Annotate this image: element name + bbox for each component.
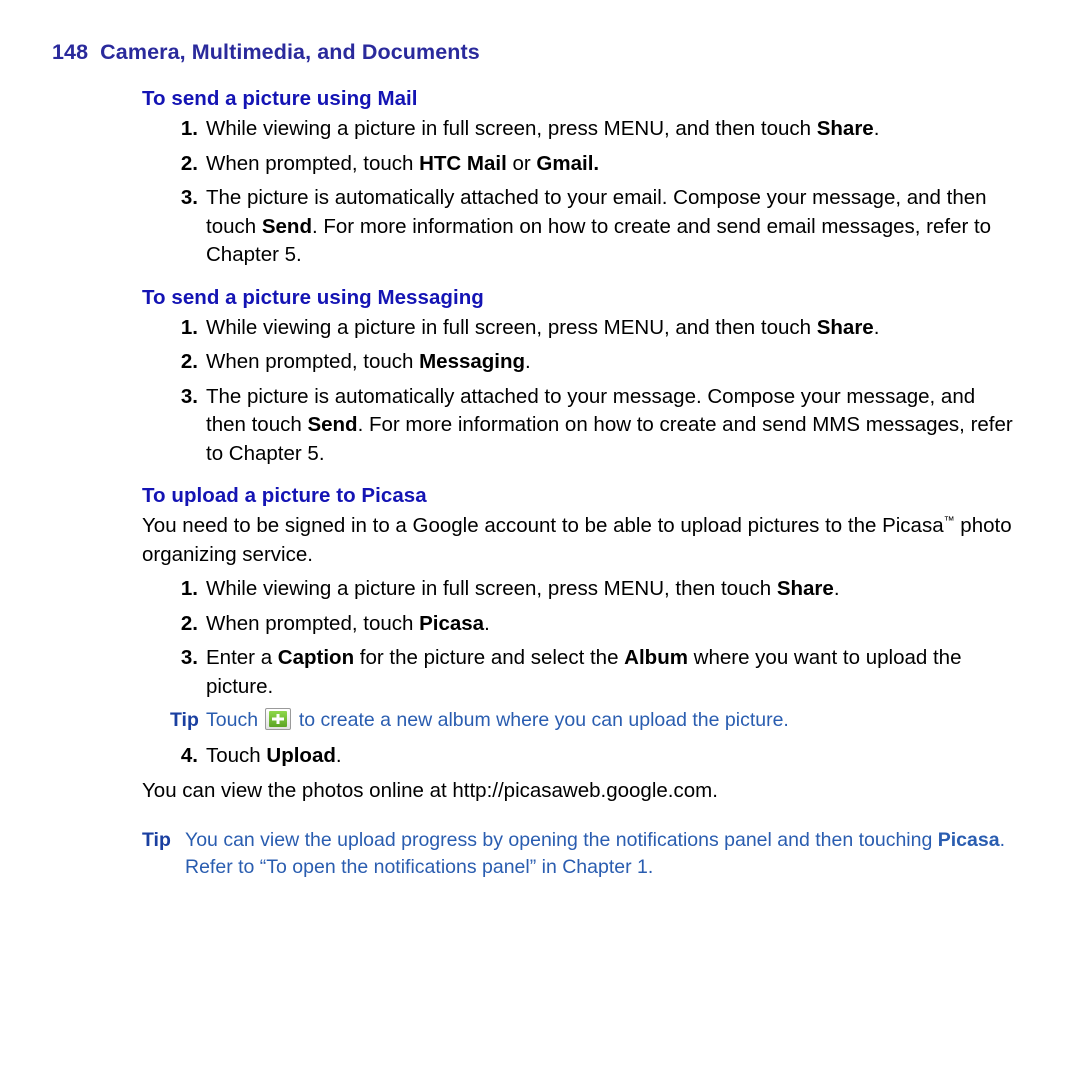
tip-label: Tip xyxy=(170,709,199,731)
list-item: 3. The picture is automatically attached… xyxy=(52,184,1020,270)
running-head-title: Camera, Multimedia, and Documents xyxy=(100,40,480,64)
tip-label: Tip xyxy=(142,829,171,851)
section-messaging: To send a picture using Messaging 1. Whi… xyxy=(52,286,1020,469)
list-item: 3. The picture is automatically attached… xyxy=(52,383,1020,469)
closing-tip: Tip You can view the upload progress by … xyxy=(52,827,1020,881)
step-number: 3. xyxy=(180,384,198,408)
step-number: 2. xyxy=(180,350,198,373)
steps-list-mail: 1. While viewing a picture in full scree… xyxy=(52,115,1020,270)
step-number: 1. xyxy=(180,117,198,140)
step-text: When prompted, touch Messaging. xyxy=(206,350,531,373)
section-picasa: To upload a picture to Picasa You need t… xyxy=(52,484,1020,881)
step-text: The picture is automatically attached to… xyxy=(206,384,1013,465)
inline-tip-after: to create a new album where you can uplo… xyxy=(293,709,789,731)
step-text: While viewing a picture in full screen, … xyxy=(206,117,880,140)
step-text: While viewing a picture in full screen, … xyxy=(206,577,840,600)
list-item: 1. While viewing a picture in full scree… xyxy=(52,115,1020,144)
inline-tip-before: Touch xyxy=(206,709,264,731)
list-item: 2. When prompted, touch Messaging. xyxy=(52,348,1020,377)
step-text: When prompted, touch Picasa. xyxy=(206,611,490,635)
section-heading-picasa: To upload a picture to Picasa xyxy=(142,484,427,507)
list-item: 1. While viewing a picture in full scree… xyxy=(52,314,1020,343)
intro-paragraph: You need to be signed in to a Google acc… xyxy=(142,514,1012,566)
steps-list-picasa-cont: 4. Touch Upload. xyxy=(52,742,1020,771)
steps-list-messaging: 1. While viewing a picture in full scree… xyxy=(52,314,1020,469)
page-number: 148 xyxy=(52,40,89,64)
steps-list-picasa: 1. While viewing a picture in full scree… xyxy=(52,575,1020,701)
step-number: 3. xyxy=(180,186,198,209)
list-item: 4. Touch Upload. xyxy=(52,742,1020,771)
list-item: 2. When prompted, touch HTC Mail or Gmai… xyxy=(52,150,1020,179)
step-number: 2. xyxy=(180,151,198,175)
step-number: 1. xyxy=(180,577,198,600)
section-mail: To send a picture using Mail 1. While vi… xyxy=(52,87,1020,270)
list-item: 3. Enter a Caption for the picture and s… xyxy=(52,644,1020,701)
step-number: 3. xyxy=(180,646,198,669)
step-text: Enter a Caption for the picture and sele… xyxy=(206,646,962,698)
section-heading-messaging: To send a picture using Messaging xyxy=(142,285,484,309)
list-item: 1. While viewing a picture in full scree… xyxy=(52,575,1020,604)
closing-line: You can view the photos online at http:/… xyxy=(142,778,718,802)
step-number: 2. xyxy=(180,611,198,635)
step-text: When prompted, touch HTC Mail or Gmail. xyxy=(206,151,600,175)
running-head: 148 Camera, Multimedia, and Documents xyxy=(52,40,1020,65)
closing-tip-text: You can view the upload progress by open… xyxy=(185,829,1005,878)
list-item: 2. When prompted, touch Picasa. xyxy=(52,610,1020,639)
step-text: The picture is automatically attached to… xyxy=(206,186,992,266)
add-plus-icon[interactable] xyxy=(265,708,292,730)
document-page: 148 Camera, Multimedia, and Documents To … xyxy=(0,0,1080,1080)
inline-tip: Tip Touch to create a new album where yo… xyxy=(52,707,1020,734)
step-text: Touch Upload. xyxy=(206,744,342,767)
step-text: While viewing a picture in full screen, … xyxy=(206,315,880,339)
step-number: 4. xyxy=(180,744,198,767)
section-heading-mail: To send a picture using Mail xyxy=(142,87,418,110)
step-number: 1. xyxy=(180,315,198,339)
